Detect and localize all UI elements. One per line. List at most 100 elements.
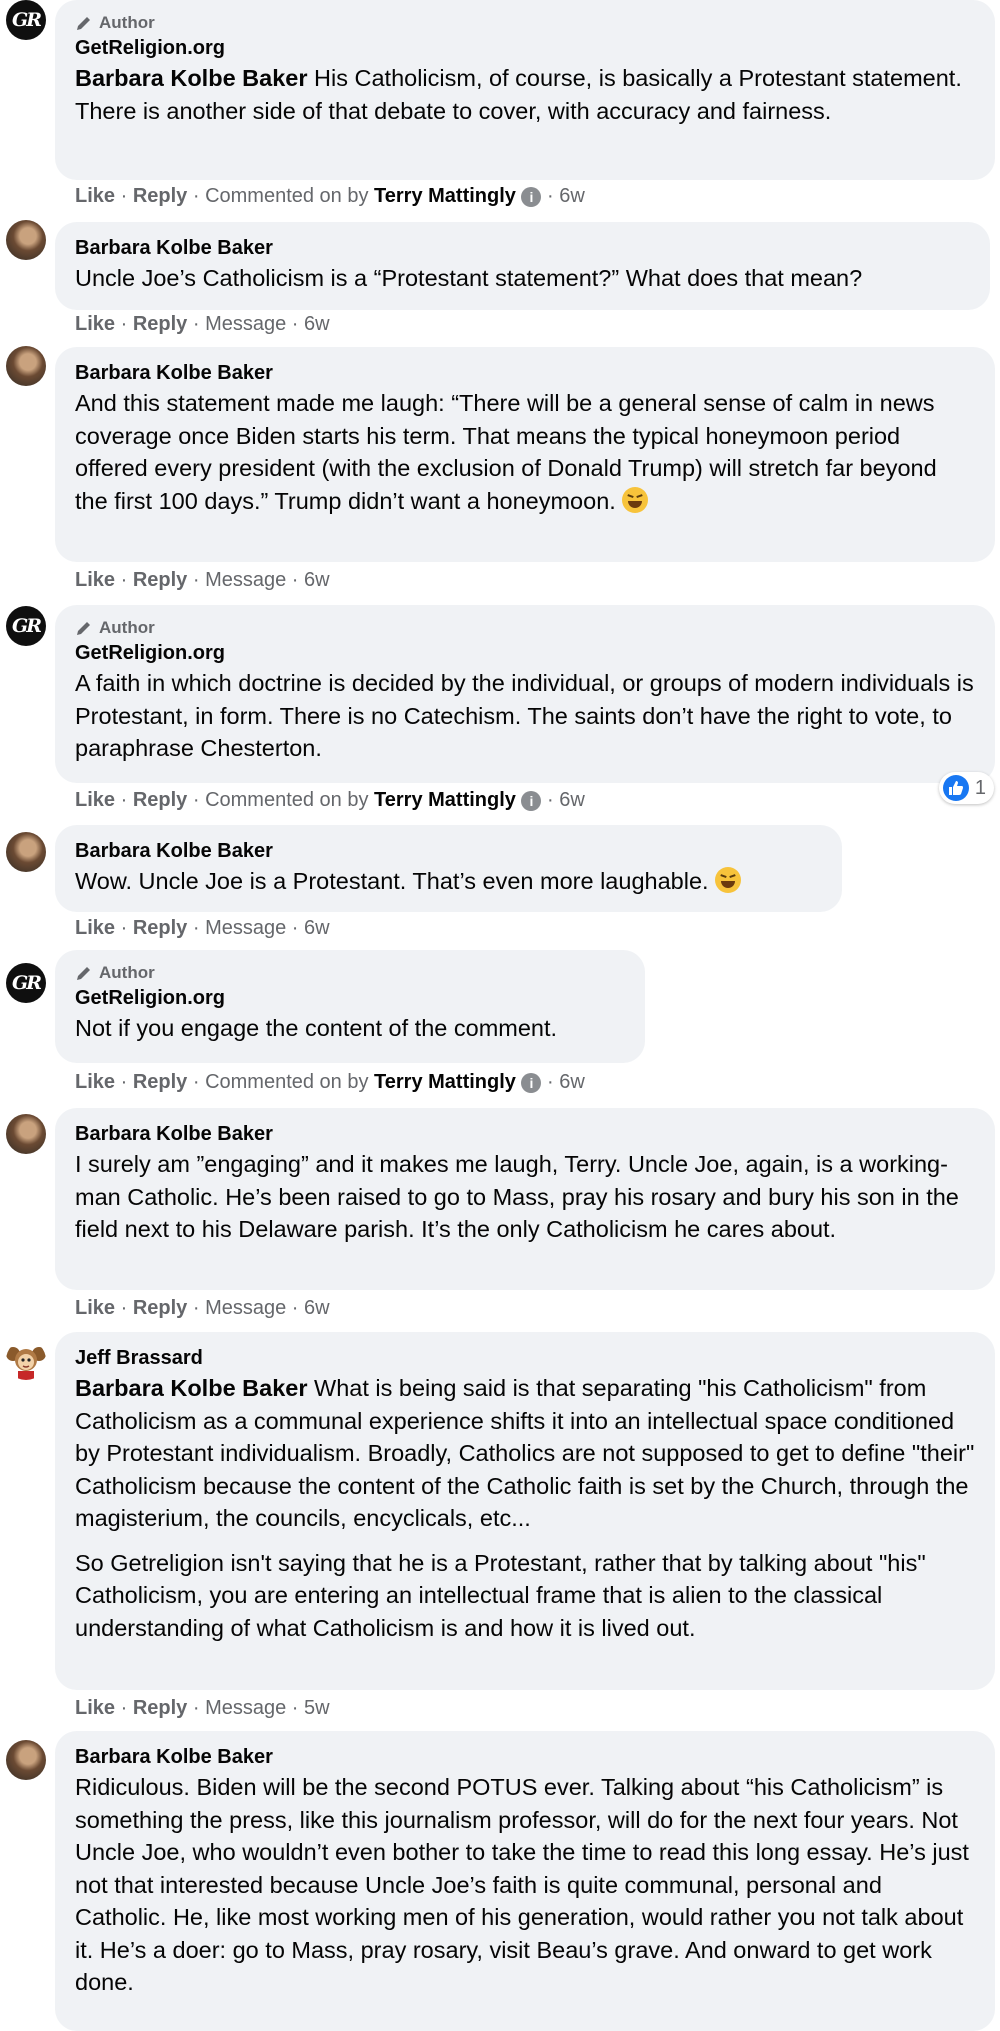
comment-actions: Like · Reply · Message · 6w (75, 569, 330, 591)
mention-link[interactable]: Barbara Kolbe Baker (75, 65, 308, 91)
like-button[interactable]: Like (75, 1071, 115, 1093)
comment-bubble: Barbara Kolbe Baker Ridiculous. Biden wil… (55, 1731, 995, 2031)
comment-actions: Like · Reply · Message · 6w (75, 917, 330, 939)
like-button[interactable]: Like (75, 1297, 115, 1319)
message-link[interactable]: Message (205, 1297, 286, 1319)
comment-author[interactable]: GetReligion.org (75, 34, 975, 62)
info-icon[interactable]: i (521, 790, 542, 811)
comment-bubble: Author GetReligion.org A faith in which do… (55, 605, 995, 783)
message-link[interactable]: Message (205, 1697, 286, 1719)
reply-button[interactable]: Reply (133, 1071, 187, 1093)
commented-on-by-label: Commented on by (205, 1071, 375, 1093)
like-button[interactable]: Like (75, 917, 115, 939)
comment-author[interactable]: Barbara Kolbe Baker (75, 1743, 975, 1771)
comment-paragraph: I surely am ”engaging” and it makes me l… (75, 1151, 959, 1242)
comment-paragraph: Barbara Kolbe Baker What is being said i… (75, 1375, 975, 1531)
comment-text: I surely am ”engaging” and it makes me l… (75, 1148, 975, 1246)
comment-bubble: Author GetReligion.org Barbara Kolbe Baker… (55, 0, 995, 180)
comment-actions: Like · Reply · Message · 6w (75, 313, 330, 335)
comment-paragraph: And this statement made me laugh: “There… (75, 390, 937, 514)
comment-paragraph: Barbara Kolbe Baker His Catholicism, of … (75, 65, 962, 124)
message-link[interactable]: Message (205, 313, 286, 335)
avatar[interactable]: GR (6, 0, 46, 40)
author-badge-label: Author (99, 618, 155, 637)
comment-author[interactable]: Barbara Kolbe Baker (75, 359, 975, 387)
comment-bubble: Barbara Kolbe Baker I surely am ”engaging… (55, 1108, 995, 1290)
avatar[interactable]: GR (6, 963, 46, 1003)
comment-author[interactable]: Barbara Kolbe Baker (75, 837, 822, 865)
avatar[interactable] (6, 1340, 46, 1380)
comment-text: Not if you engage the content of the com… (75, 1012, 625, 1045)
like-button[interactable]: Like (75, 185, 115, 207)
commenter-name[interactable]: Terry Mattingly (374, 185, 516, 207)
like-button[interactable]: Like (75, 1697, 115, 1719)
comment-author[interactable]: GetReligion.org (75, 984, 625, 1012)
avatar[interactable]: GR (6, 606, 46, 646)
comment-author[interactable]: Jeff Brassard (75, 1344, 975, 1372)
comment-author[interactable]: GetReligion.org (75, 639, 975, 667)
author-badge-label: Author (99, 13, 155, 32)
info-icon[interactable]: i (521, 1072, 542, 1093)
comment-paragraph: Wow. Uncle Joe is a Protestant. That’s e… (75, 865, 822, 898)
message-link[interactable]: Message (205, 569, 286, 591)
reaction-count[interactable]: 1 (938, 772, 994, 804)
pencil-icon (77, 622, 90, 635)
reply-button[interactable]: Reply (133, 185, 187, 207)
reply-button[interactable]: Reply (133, 569, 187, 591)
commented-on-by-label: Commented on by (205, 185, 375, 207)
comment-bubble: Author GetReligion.org Not if you engage t… (55, 950, 645, 1063)
reply-button[interactable]: Reply (133, 1297, 187, 1319)
avatar[interactable] (6, 1114, 46, 1154)
comment-paragraph: Uncle Joe’s Catholicism is a “Protestant… (75, 265, 863, 291)
like-button[interactable]: Like (75, 569, 115, 591)
comment-text: Uncle Joe’s Catholicism is a “Protestant… (75, 262, 970, 295)
author-badge: Author (75, 962, 625, 984)
comment-timestamp[interactable]: 5w (304, 1697, 330, 1719)
mention-link[interactable]: Barbara Kolbe Baker (75, 1375, 308, 1401)
reply-button[interactable]: Reply (133, 313, 187, 335)
comment-paragraph: A faith in which doctrine is decided by … (75, 670, 974, 761)
laughing-emoji-icon (622, 486, 649, 513)
comment-text: Barbara Kolbe Baker His Catholicism, of … (75, 62, 975, 127)
info-icon[interactable]: i (521, 186, 542, 207)
reply-button[interactable]: Reply (133, 917, 187, 939)
avatar[interactable] (6, 1740, 46, 1780)
comment-timestamp[interactable]: 6w (304, 313, 330, 335)
author-badge: Author (75, 617, 975, 639)
commenter-name[interactable]: Terry Mattingly (374, 789, 516, 811)
comment-timestamp[interactable]: 6w (304, 569, 330, 591)
avatar[interactable] (6, 346, 46, 386)
commenter-name[interactable]: Terry Mattingly (374, 1071, 516, 1093)
like-button[interactable]: Like (75, 789, 115, 811)
comment-timestamp[interactable]: 6w (559, 1071, 585, 1093)
pencil-icon (77, 17, 90, 30)
comment-actions: Like · Reply · Message · 6w (75, 1297, 330, 1319)
comment-text: Barbara Kolbe Baker What is being said i… (75, 1372, 975, 1644)
comment-timestamp[interactable]: 6w (304, 917, 330, 939)
reply-button[interactable]: Reply (133, 1697, 187, 1719)
comment-timestamp[interactable]: 6w (559, 185, 585, 207)
comment-text: And this statement made me laugh: “There… (75, 387, 975, 517)
comment-author[interactable]: Barbara Kolbe Baker (75, 234, 970, 262)
message-link[interactable]: Message (205, 917, 286, 939)
author-badge-label: Author (99, 963, 155, 982)
comment-bubble: Jeff Brassard Barbara Kolbe Baker What is… (55, 1332, 995, 1690)
comment-text: A faith in which doctrine is decided by … (75, 667, 975, 765)
comment-timestamp[interactable]: 6w (304, 1297, 330, 1319)
reaction-count-value: 1 (974, 776, 986, 799)
avatar[interactable] (6, 832, 46, 872)
author-badge: Author (75, 12, 975, 34)
reply-button[interactable]: Reply (133, 789, 187, 811)
comment-paragraph: Ridiculous. Biden will be the second POT… (75, 1774, 969, 1995)
comment-author[interactable]: Barbara Kolbe Baker (75, 1120, 975, 1148)
comment-bubble: Barbara Kolbe Baker Wow. Uncle Joe is a P… (55, 825, 842, 912)
commented-on-by-label: Commented on by (205, 789, 375, 811)
comment-paragraph: Not if you engage the content of the com… (75, 1015, 558, 1041)
laughing-emoji-icon (715, 867, 742, 893)
thumbs-up-icon (942, 775, 969, 801)
pencil-icon (77, 967, 90, 980)
like-button[interactable]: Like (75, 313, 115, 335)
avatar[interactable] (6, 220, 46, 260)
comment-paragraph: So Getreligion isn't saying that he is a… (75, 1549, 926, 1641)
comment-timestamp[interactable]: 6w (559, 789, 585, 811)
